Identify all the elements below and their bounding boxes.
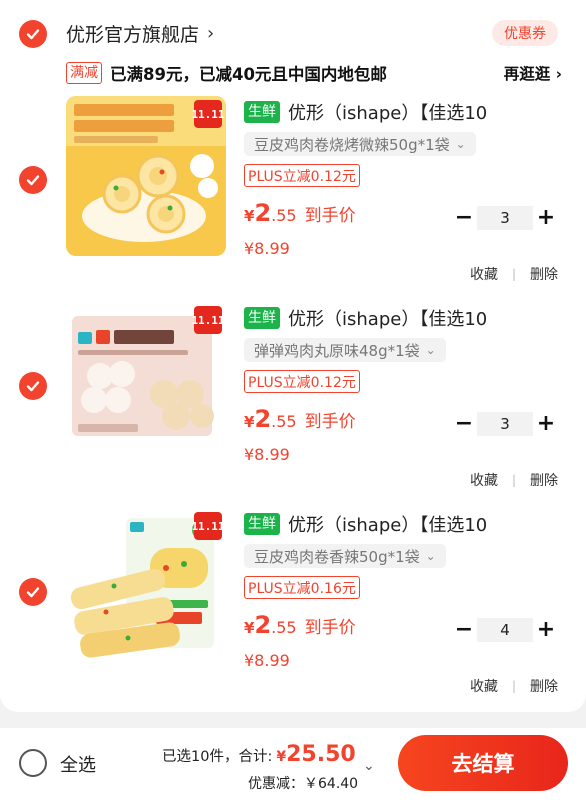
collect-button[interactable]: 收藏 [470, 470, 498, 490]
quantity-input[interactable]: 4 [477, 618, 533, 642]
promo-text: 已满89元，已减40元且中国内地包邮 [110, 65, 387, 84]
plus-discount-tag: PLUS立减0.12元 [244, 164, 360, 187]
select-all-checkbox[interactable] [19, 749, 47, 777]
final-price: ¥ 2 .55 到手价 [244, 405, 356, 433]
chevron-down-icon: ⌄ [425, 549, 436, 563]
selected-count: 已选10件，合计: [162, 749, 273, 765]
item-actions: 收藏 | 删除 [470, 676, 558, 696]
shop-name: 优形官方旗舰店 [66, 24, 200, 46]
item-select-checkbox[interactable] [19, 372, 47, 400]
browse-more-link[interactable]: 再逛逛 › [504, 62, 562, 84]
spec-selector[interactable]: 豆皮鸡肉卷烧烤微辣50g*1袋 ⌄ [244, 132, 476, 156]
promo-tag: 满减 [66, 62, 102, 84]
product-title-link[interactable]: 生鲜 优形（ishape）【佳选10 [244, 99, 586, 125]
cart-item: 11.11 生鲜 优形（ishape）【佳选10 弹弹鸡肉丸原味48g*1袋 ⌄… [0, 302, 586, 502]
price-integer: 2 [254, 611, 272, 639]
checkmark-icon [26, 29, 40, 40]
product-title: 优形（ishape）【佳选10 [288, 515, 488, 536]
original-price: ¥8.99 [244, 239, 290, 258]
chevron-down-icon: ⌄ [455, 137, 466, 151]
currency-symbol: ¥ [244, 207, 255, 225]
increase-button[interactable]: + [534, 413, 558, 435]
checkout-bar: 全选 已选10件，合计: ¥ 25.50 优惠减：￥64.40 ⌄ 去结算 [0, 728, 586, 800]
shop-name-link[interactable]: 优形官方旗舰店 › [66, 20, 214, 47]
collect-button[interactable]: 收藏 [470, 264, 498, 284]
original-price: ¥8.99 [244, 651, 290, 670]
spec-selector[interactable]: 豆皮鸡肉卷香辣50g*1袋 ⌄ [244, 544, 446, 568]
final-price: ¥ 2 .55 到手价 [244, 611, 356, 639]
divider: | [511, 267, 516, 281]
item-actions: 收藏 | 删除 [470, 470, 558, 490]
double-eleven-badge: 11.11 [191, 100, 225, 128]
chevron-down-icon[interactable]: ⌄ [363, 758, 375, 774]
product-title: 优形（ishape）【佳选10 [288, 309, 488, 330]
quantity-input[interactable]: 3 [477, 206, 533, 230]
decrease-button[interactable]: − [452, 413, 476, 435]
quantity-stepper: − 4 + [452, 618, 558, 642]
chevron-right-icon: › [207, 23, 215, 44]
delete-button[interactable]: 删除 [530, 264, 558, 284]
currency-symbol: ¥ [244, 413, 255, 431]
fresh-tag: 生鲜 [244, 101, 280, 123]
cart-item: 11.11 生鲜 优形（ishape）【佳选10 豆皮鸡肉卷烧烤微辣50g*1袋… [0, 96, 586, 296]
price-decimal: .55 [271, 412, 297, 431]
quantity-stepper: − 3 + [452, 412, 558, 436]
price-label: 到手价 [304, 618, 356, 638]
coupon-button[interactable]: 优惠券 [492, 20, 558, 46]
item-select-checkbox[interactable] [19, 166, 47, 194]
promo-row: 满减 已满89元，已减40元且中国内地包邮 再逛逛 › [66, 59, 562, 87]
total-amount: 25.50 [286, 742, 356, 767]
price-label: 到手价 [304, 412, 356, 432]
checkmark-icon [26, 381, 40, 392]
spec-text: 弹弹鸡肉丸原味48g*1袋 [254, 341, 420, 360]
product-title-link[interactable]: 生鲜 优形（ishape）【佳选10 [244, 511, 586, 537]
double-eleven-badge: 11.11 [191, 306, 225, 334]
cart-item: 11.11 生鲜 优形（ishape）【佳选10 豆皮鸡肉卷香辣50g*1袋 ⌄… [0, 508, 586, 708]
spec-text: 豆皮鸡肉卷烧烤微辣50g*1袋 [254, 135, 450, 154]
spec-selector[interactable]: 弹弹鸡肉丸原味48g*1袋 ⌄ [244, 338, 446, 362]
quantity-input[interactable]: 3 [477, 412, 533, 436]
spec-text: 豆皮鸡肉卷香辣50g*1袋 [254, 547, 420, 566]
decrease-button[interactable]: − [452, 619, 476, 641]
decrease-button[interactable]: − [452, 207, 476, 229]
checkmark-icon [26, 175, 40, 186]
fresh-tag: 生鲜 [244, 307, 280, 329]
discount-amount: 优惠减：￥64.40 [248, 776, 359, 792]
increase-button[interactable]: + [534, 207, 558, 229]
price-decimal: .55 [271, 206, 297, 225]
original-price: ¥8.99 [244, 445, 290, 464]
total-summary: 已选10件，合计: ¥ 25.50 [162, 742, 356, 767]
product-image[interactable]: 11.11 [66, 96, 226, 256]
product-image[interactable]: 11.11 [66, 508, 226, 668]
collect-button[interactable]: 收藏 [470, 676, 498, 696]
chevron-down-icon: ⌄ [425, 343, 436, 357]
divider: | [511, 473, 516, 487]
checkout-button[interactable]: 去结算 [398, 735, 568, 791]
price-integer: 2 [254, 405, 272, 433]
divider: | [511, 679, 516, 693]
price-decimal: .55 [271, 618, 297, 637]
product-title: 优形（ishape）【佳选10 [288, 103, 488, 124]
double-eleven-badge: 11.11 [191, 512, 225, 540]
currency-symbol: ¥ [244, 619, 255, 637]
fresh-tag: 生鲜 [244, 513, 280, 535]
plus-discount-tag: PLUS立减0.12元 [244, 370, 360, 393]
price-integer: 2 [254, 199, 272, 227]
item-actions: 收藏 | 删除 [470, 264, 558, 284]
shop-select-checkbox[interactable] [19, 20, 47, 48]
delete-button[interactable]: 删除 [530, 676, 558, 696]
delete-button[interactable]: 删除 [530, 470, 558, 490]
checkmark-icon [26, 587, 40, 598]
item-select-checkbox[interactable] [19, 578, 47, 606]
select-all-label[interactable]: 全选 [60, 751, 96, 777]
quantity-stepper: − 3 + [452, 206, 558, 230]
total-currency: ¥ [276, 749, 287, 765]
product-image[interactable]: 11.11 [66, 302, 226, 462]
increase-button[interactable]: + [534, 619, 558, 641]
final-price: ¥ 2 .55 到手价 [244, 199, 356, 227]
price-label: 到手价 [304, 206, 356, 226]
product-title-link[interactable]: 生鲜 优形（ishape）【佳选10 [244, 305, 586, 331]
plus-discount-tag: PLUS立减0.16元 [244, 576, 360, 599]
shop-cart-card: 优形官方旗舰店 › 优惠券 满减 已满89元，已减40元且中国内地包邮 再逛逛 … [0, 0, 586, 712]
